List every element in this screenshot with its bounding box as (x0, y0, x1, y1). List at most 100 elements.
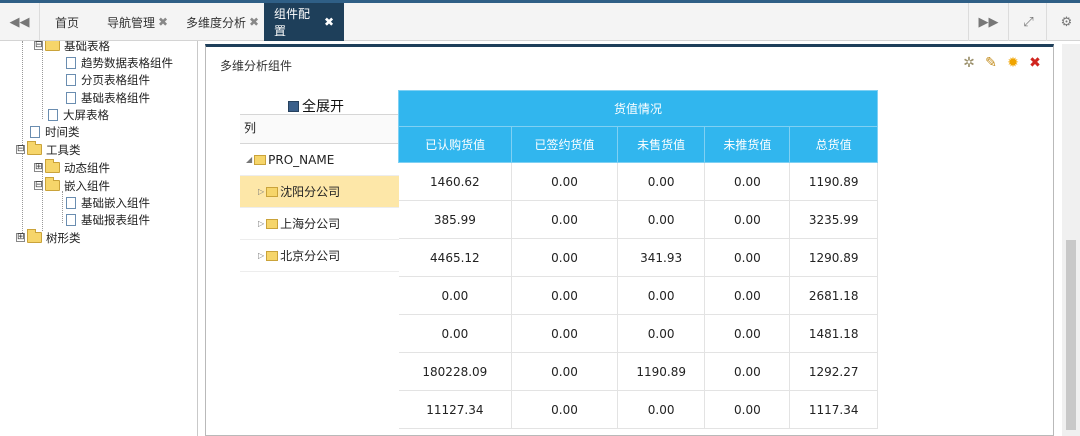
tree-row[interactable]: ▷ 上海分公司 (240, 208, 400, 240)
settings-icon[interactable]: ⚙ (1046, 3, 1080, 41)
tree-node-label: 树形类 (46, 230, 81, 245)
triangle-right-icon[interactable]: ▷ (258, 187, 264, 196)
tab-nav-management[interactable]: 导航管理 ✖ (107, 3, 168, 41)
panel-toolbar: ✲ ✎ ✹ ✖ (961, 55, 1043, 71)
table-cell: 0.00 (704, 314, 791, 353)
folder-icon (45, 159, 60, 173)
panel-title: 多维分析组件 (220, 59, 293, 73)
vertical-scrollbar[interactable] (1062, 44, 1080, 436)
collapse-icon[interactable]: ⊟ (34, 41, 43, 50)
tab-bar: ◀◀ 首页 导航管理 ✖ 多维度分析 ✖ 组件配置 ✖ ▶▶ ⤢ ⚙ (0, 0, 1080, 41)
folder-icon (27, 141, 42, 155)
edit-icon[interactable]: ✎ (983, 55, 999, 71)
table-cell: 385.99 (398, 200, 513, 239)
tree-node-paged-table[interactable]: 分页表格组件 (66, 71, 150, 88)
table-cell: 0.00 (704, 276, 791, 315)
tree-node-basic-table-component[interactable]: 基础表格组件 (66, 89, 150, 106)
settings-icon[interactable]: ✹ (1005, 55, 1021, 71)
table-cell: 0.00 (398, 276, 513, 315)
document-icon (66, 213, 76, 226)
tree-node-label: 基础报表组件 (81, 212, 150, 227)
expand-all-label: 全展开 (302, 99, 344, 115)
table-row: 385.99 0.00 0.00 0.00 3235.99 (398, 200, 878, 239)
triangle-right-icon[interactable]: ▷ (258, 219, 264, 228)
folder-icon (266, 186, 279, 197)
expand-all-toggle[interactable]: 全展开 (288, 96, 344, 116)
folder-icon (266, 250, 279, 261)
table-row: 4465.12 0.00 341.93 0.00 1290.89 (398, 238, 878, 277)
tree-guide-line (42, 49, 43, 119)
row-label: PRO_NAME (268, 152, 335, 167)
table-cell: 1481.18 (789, 314, 878, 353)
table-cell: 1117.34 (789, 390, 878, 429)
tree-node-big-screen-table[interactable]: 大屏表格 (48, 106, 109, 123)
scrollbar-thumb[interactable] (1066, 240, 1076, 430)
column-header[interactable]: 未推货值 (704, 126, 791, 163)
tree-node-basic-embed[interactable]: 基础嵌入组件 (66, 194, 150, 211)
tree-node-trend-table[interactable]: 趋势数据表格组件 (66, 54, 173, 71)
close-icon[interactable]: ✖ (158, 15, 168, 29)
tree-root-row[interactable]: ◢ PRO_NAME (240, 144, 400, 176)
table-cell: 0.00 (398, 314, 513, 353)
tree-node-dynamic[interactable]: ⊞ 动态组件 (34, 159, 110, 176)
tree-node-tree-type[interactable]: ⊞ 树形类 (16, 229, 81, 246)
tree-node-label: 基础嵌入组件 (81, 195, 150, 210)
column-header: 列 (240, 114, 400, 144)
column-header[interactable]: 已认购货值 (397, 126, 513, 163)
column-header[interactable]: 总货值 (789, 126, 878, 163)
tab-home[interactable]: 首页 (55, 3, 79, 41)
tree-node-label: 趋势数据表格组件 (81, 55, 173, 70)
tree-node-basic-table[interactable]: ⊟ 基础表格 (34, 41, 110, 54)
tab-label: 首页 (55, 15, 80, 30)
table-cell: 0.00 (511, 352, 618, 391)
table-cell: 0.00 (511, 200, 618, 239)
folder-icon (45, 41, 60, 51)
column-header[interactable]: 未售货值 (616, 126, 706, 163)
tree-node-time[interactable]: 时间类 (30, 123, 80, 140)
table-row: 0.00 0.00 0.00 0.00 1481.18 (398, 314, 878, 353)
triangle-down-icon[interactable]: ◢ (246, 155, 252, 164)
tree-node-label: 分页表格组件 (81, 72, 150, 87)
tab-label: 导航管理 (107, 15, 156, 30)
document-icon (30, 125, 40, 138)
document-icon (66, 56, 76, 69)
column-header[interactable]: 已签约货值 (511, 126, 618, 163)
value-table: 货值情况 已认购货值 已签约货值 未售货值 未推货值 总货值 1460.62 0… (397, 90, 878, 429)
tree-node-basic-report[interactable]: 基础报表组件 (66, 211, 150, 228)
row-label: 沈阳分公司 (280, 185, 341, 199)
scroll-left-icon[interactable]: ◀◀ (0, 3, 40, 41)
tree-guide-line (62, 191, 63, 223)
tree-node-embed[interactable]: ⊟ 嵌入组件 (34, 177, 110, 194)
row-label: 上海分公司 (280, 217, 341, 231)
folder-icon (45, 177, 60, 191)
close-icon[interactable]: ✖ (324, 15, 334, 29)
expand-icon[interactable]: ⊞ (34, 163, 43, 172)
checkbox-icon[interactable] (288, 100, 299, 112)
close-icon[interactable]: ✖ (249, 15, 259, 29)
row-label: 北京分公司 (280, 249, 341, 263)
table-cell: 3235.99 (789, 200, 878, 239)
tree-node-tools[interactable]: ⊟ 工具类 (16, 141, 81, 158)
table-cell: 0.00 (617, 200, 706, 239)
gear-icon[interactable]: ✲ (961, 55, 977, 71)
table-cell: 0.00 (704, 238, 791, 277)
close-icon[interactable]: ✖ (1027, 55, 1043, 71)
table-cell: 0.00 (511, 238, 618, 277)
triangle-right-icon[interactable]: ▷ (258, 251, 264, 260)
collapse-icon[interactable]: ⊟ (34, 181, 43, 190)
folder-icon (254, 154, 267, 165)
document-icon (48, 108, 58, 121)
tab-multidim-analysis[interactable]: 多维度分析 ✖ (186, 3, 259, 41)
expand-icon[interactable]: ⊞ (16, 233, 25, 242)
tree-row[interactable]: ▷ 北京分公司 (240, 240, 400, 272)
collapse-icon[interactable]: ⊟ (16, 145, 25, 154)
table-cell: 0.00 (704, 352, 791, 391)
tab-component-config[interactable]: 组件配置 ✖ (264, 3, 344, 41)
table-row: 0.00 0.00 0.00 0.00 2681.18 (398, 276, 878, 315)
tree-node-label: 嵌入组件 (64, 178, 110, 193)
table-cell: 4465.12 (398, 238, 513, 277)
fullscreen-icon[interactable]: ⤢ (1008, 3, 1048, 41)
tree-row[interactable]: ▷ 沈阳分公司 (240, 176, 400, 208)
scroll-right-icon[interactable]: ▶▶ (968, 3, 1008, 41)
table-cell: 2681.18 (789, 276, 878, 315)
